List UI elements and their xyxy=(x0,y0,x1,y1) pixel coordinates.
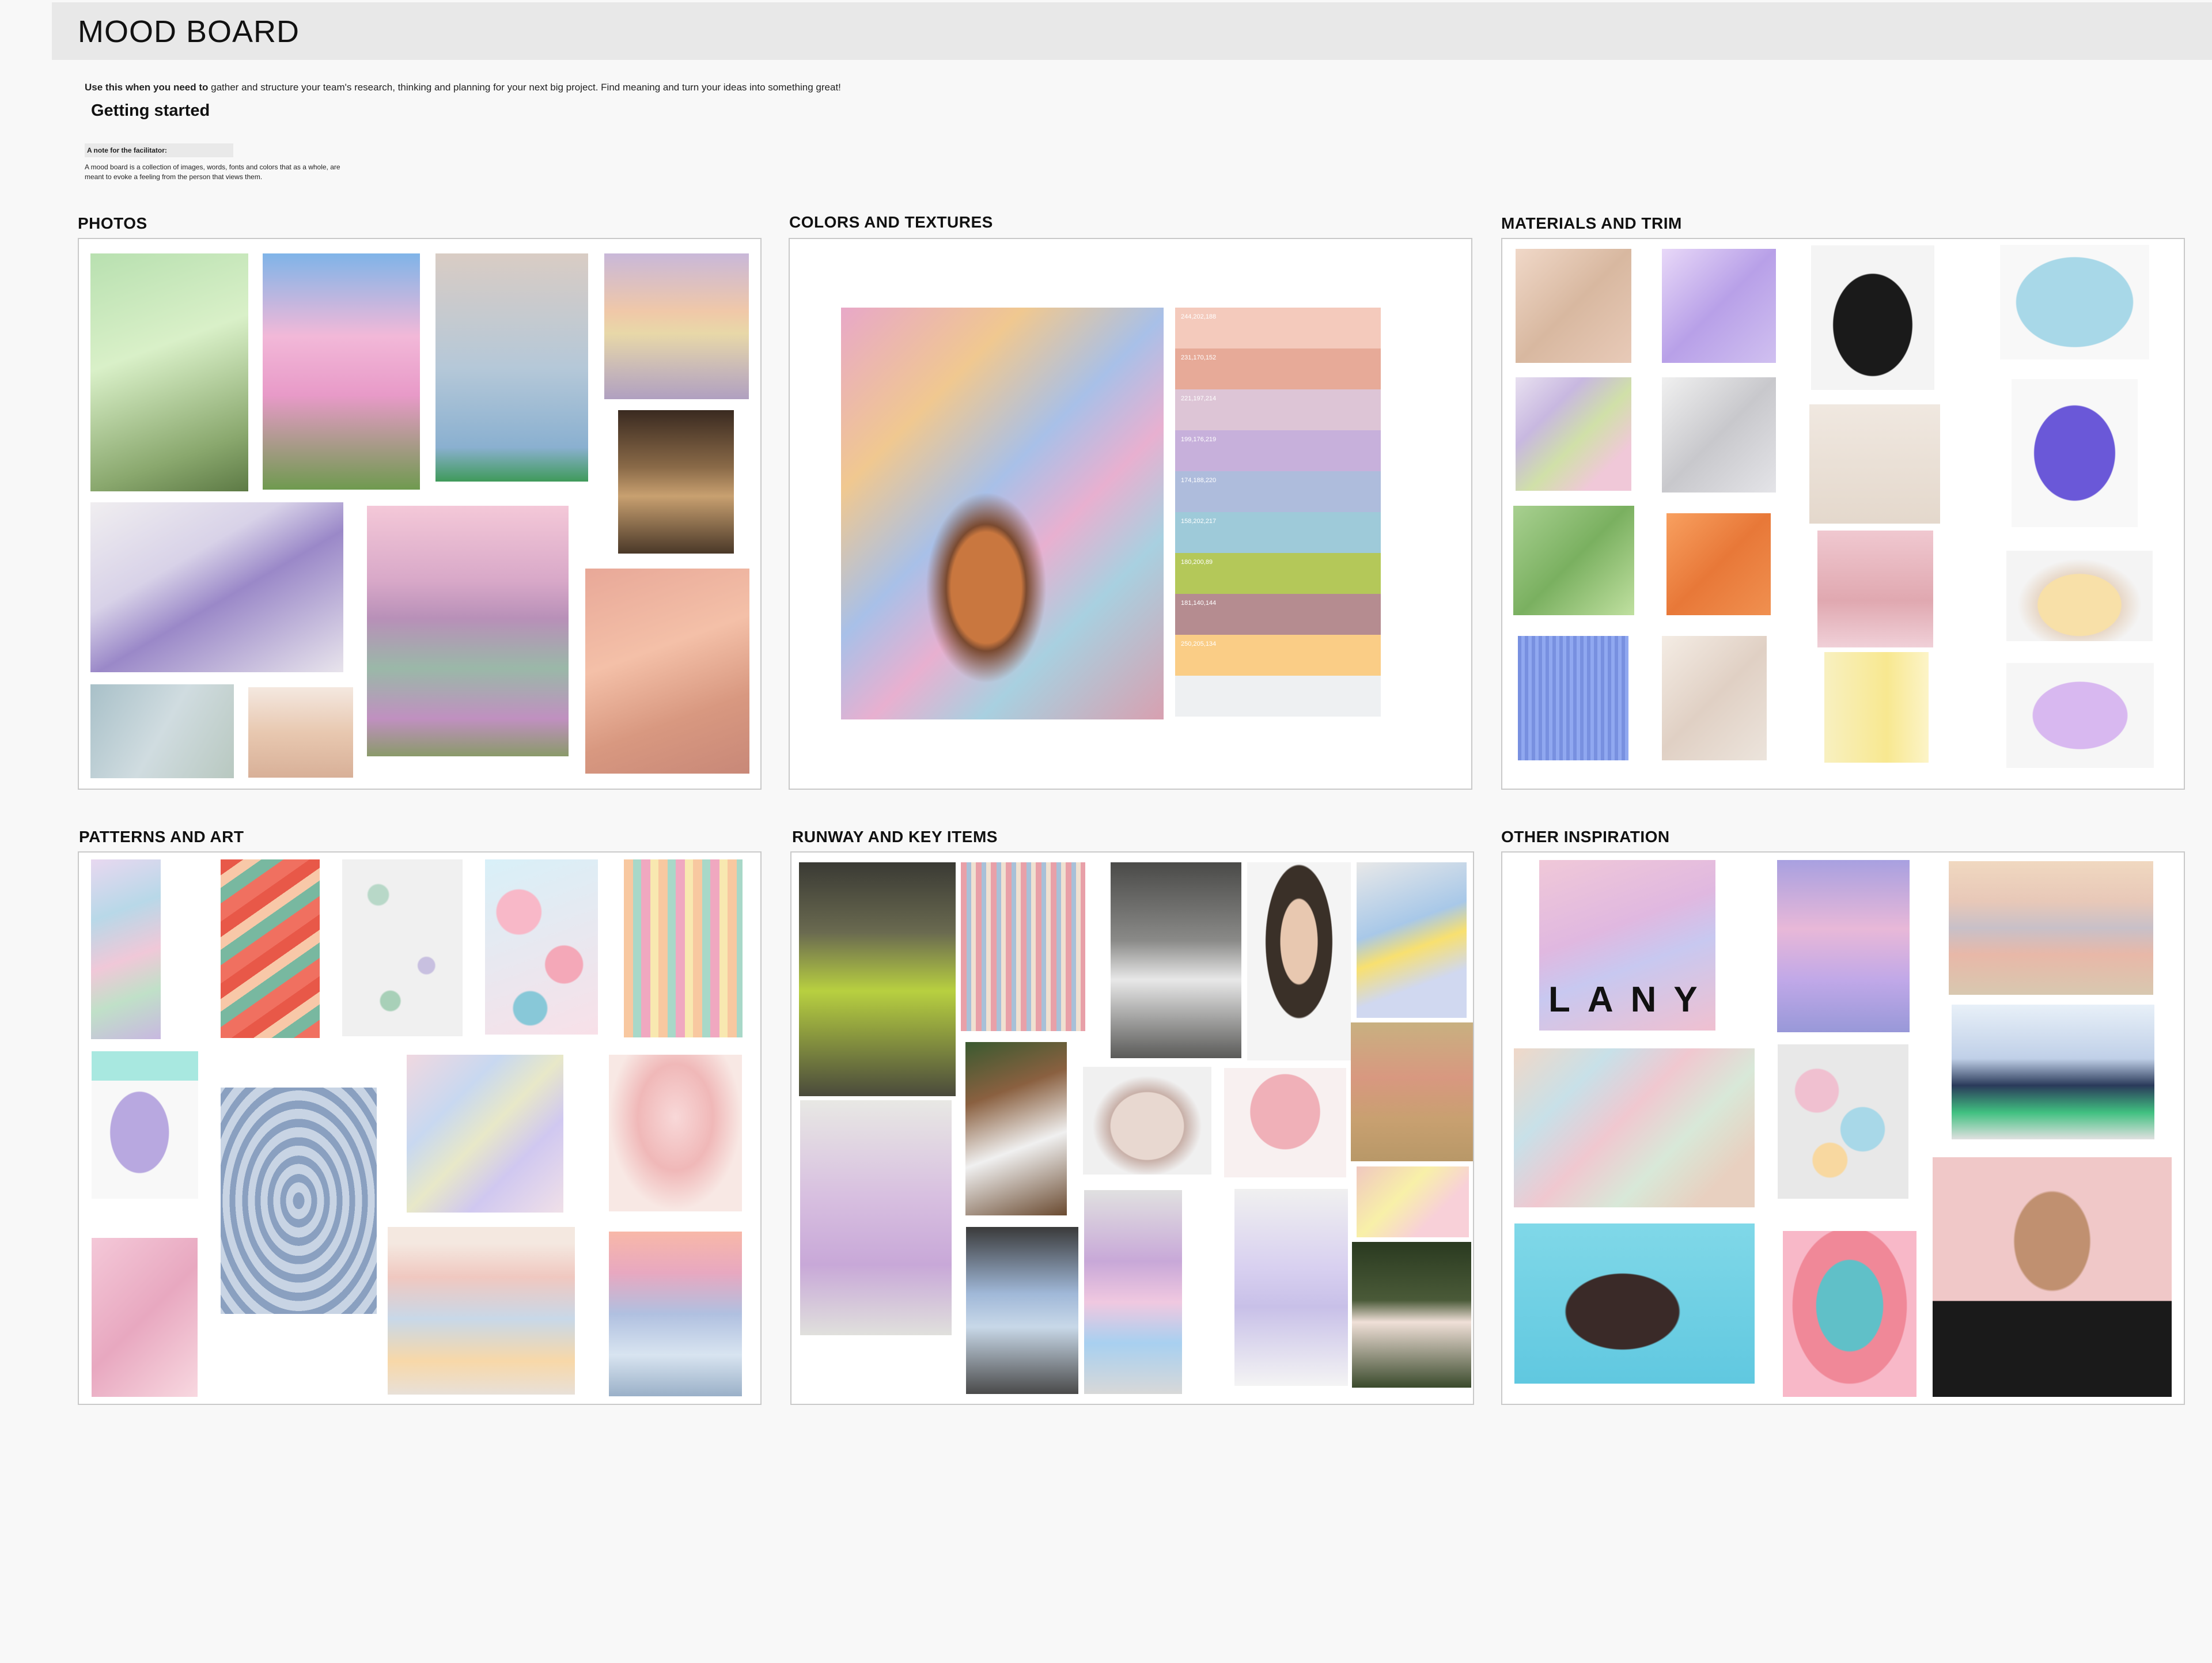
runway-denim-jacket[interactable] xyxy=(1357,862,1467,1018)
art-lavender-brush[interactable] xyxy=(92,1051,198,1199)
palette-swatch[interactable]: 180,200,89 xyxy=(1175,553,1381,594)
runway-white-cami[interactable] xyxy=(965,1042,1067,1215)
inspo-band-photo[interactable] xyxy=(1952,1005,2154,1139)
photo-peach-vases[interactable] xyxy=(248,687,353,778)
intro-text: Use this when you need to gather and str… xyxy=(85,82,841,93)
material-yellow-gradient[interactable] xyxy=(1824,652,1929,763)
facilitator-note-label: A note for the facilitator: xyxy=(85,143,233,157)
art-twisted-candles[interactable] xyxy=(388,1227,575,1395)
material-peach-chiffon[interactable] xyxy=(1516,249,1631,363)
runway-patchwork-outfit[interactable] xyxy=(1084,1190,1182,1394)
runway-pink-wrap-top[interactable] xyxy=(1224,1068,1346,1177)
pattern-holographic[interactable] xyxy=(91,859,161,1039)
section-title-other: OTHER INSPIRATION xyxy=(1501,828,1670,846)
runway-blue-suit[interactable] xyxy=(966,1227,1078,1394)
art-blue-waves[interactable] xyxy=(221,1088,377,1314)
item-purple-ruffle-dress[interactable] xyxy=(2012,379,2138,527)
art-iridescent-marble[interactable] xyxy=(407,1055,563,1213)
runway-white-bodycon[interactable] xyxy=(1111,862,1241,1058)
pattern-melting-stripes[interactable] xyxy=(624,859,743,1037)
intro-rest: gather and structure your team's researc… xyxy=(208,82,841,93)
photo-blossom-hills[interactable] xyxy=(263,253,420,490)
facilitator-note-body: A mood board is a collection of images, … xyxy=(85,163,340,181)
section-title-patterns: PATTERNS AND ART xyxy=(79,828,244,846)
palette-swatch[interactable]: 250,205,134 xyxy=(1175,635,1381,676)
inspo-pastel-painting[interactable] xyxy=(1949,861,2153,995)
board-title: MOOD BOARD xyxy=(78,14,300,49)
palette-whitespace xyxy=(1381,308,1431,719)
item-beige-skirt[interactable] xyxy=(1809,404,1940,524)
art-frosted-forest[interactable] xyxy=(609,1232,742,1396)
palette-swatch[interactable]: 199,176,219 xyxy=(1175,430,1381,471)
section-title-photos: PHOTOS xyxy=(78,214,147,232)
item-yellow-tie-top[interactable] xyxy=(2006,551,2153,641)
runway-crochet-top[interactable] xyxy=(1083,1067,1211,1175)
palette-swatch[interactable]: 181,140,144 xyxy=(1175,594,1381,635)
inspo-dripping-portrait[interactable] xyxy=(1777,860,1910,1032)
item-blue-top[interactable] xyxy=(2000,245,2149,359)
item-lilac-ruched-top[interactable] xyxy=(2006,663,2154,768)
pattern-butterflies[interactable] xyxy=(342,859,463,1036)
photo-curtain-window[interactable] xyxy=(618,410,734,554)
palette-swatch[interactable]: 244,202,188 xyxy=(1175,308,1381,348)
material-silver-organza[interactable] xyxy=(1662,377,1776,493)
material-pink-knit[interactable] xyxy=(1817,531,1933,647)
inspo-geometric-mosaic[interactable] xyxy=(1514,1048,1755,1207)
photo-woman-green-fabric[interactable] xyxy=(90,253,248,491)
photo-sunset-field[interactable] xyxy=(604,253,749,399)
runway-striped-shorts[interactable] xyxy=(961,862,1085,1031)
material-lavender-satin[interactable] xyxy=(1662,249,1776,363)
material-orange-knit[interactable] xyxy=(1666,513,1771,615)
pattern-floral[interactable] xyxy=(485,859,598,1035)
texture-rock-swirl[interactable] xyxy=(841,308,1164,719)
section-title-runway: RUNWAY AND KEY ITEMS xyxy=(792,828,998,846)
section-title-materials: MATERIALS AND TRIM xyxy=(1501,214,1682,232)
runway-rose-jumpsuit[interactable] xyxy=(1351,1022,1473,1161)
runway-lime-dress[interactable] xyxy=(799,862,956,1096)
material-iridescent-silk[interactable] xyxy=(1516,377,1631,491)
inspo-man-turquoise-bg[interactable] xyxy=(1514,1223,1755,1384)
palette-swatch[interactable]: 158,202,217 xyxy=(1175,512,1381,553)
material-cream-crepe[interactable] xyxy=(1662,636,1767,760)
inspo-geometric-sculpture[interactable] xyxy=(1778,1044,1908,1199)
art-pink-clouds[interactable] xyxy=(609,1055,742,1211)
lany-logo-text: LANY xyxy=(1548,980,1715,1020)
photo-glass-shard[interactable] xyxy=(90,684,234,778)
art-pink-fur[interactable] xyxy=(92,1238,198,1397)
getting-started-heading: Getting started xyxy=(91,101,210,120)
item-black-cropped-jacket[interactable] xyxy=(1811,245,1934,390)
palette-swatch[interactable]: 231,170,152 xyxy=(1175,348,1381,389)
section-title-colors: COLORS AND TEXTURES xyxy=(789,213,993,231)
intro-bold: Use this when you need to xyxy=(85,82,209,93)
pattern-wavy-stripes[interactable] xyxy=(221,859,320,1038)
photo-pink-arch-stairs[interactable] xyxy=(585,569,749,774)
runway-satin-blouse[interactable] xyxy=(1247,862,1351,1060)
palette-swatch[interactable] xyxy=(1175,676,1381,717)
runway-pastel-crop[interactable] xyxy=(1357,1166,1469,1237)
photo-woman-lavender-bed[interactable] xyxy=(90,502,343,672)
runway-slip-dress[interactable] xyxy=(1352,1242,1471,1388)
material-green-satin[interactable] xyxy=(1513,506,1634,615)
material-blue-ribbed[interactable] xyxy=(1518,636,1628,760)
runway-lilac-blouse[interactable] xyxy=(1234,1189,1348,1386)
runway-lilac-cowl-top[interactable] xyxy=(800,1100,952,1335)
photo-glass-vase[interactable] xyxy=(435,253,588,482)
header-bar xyxy=(52,2,2212,60)
photo-pink-valley[interactable] xyxy=(367,506,569,756)
palette-swatch[interactable]: 221,197,214 xyxy=(1175,389,1381,430)
palette-swatch[interactable]: 174,188,220 xyxy=(1175,471,1381,512)
inspo-curly-hair-man[interactable] xyxy=(1933,1157,2172,1397)
inspo-cyan-pink-bust[interactable] xyxy=(1783,1231,1916,1397)
